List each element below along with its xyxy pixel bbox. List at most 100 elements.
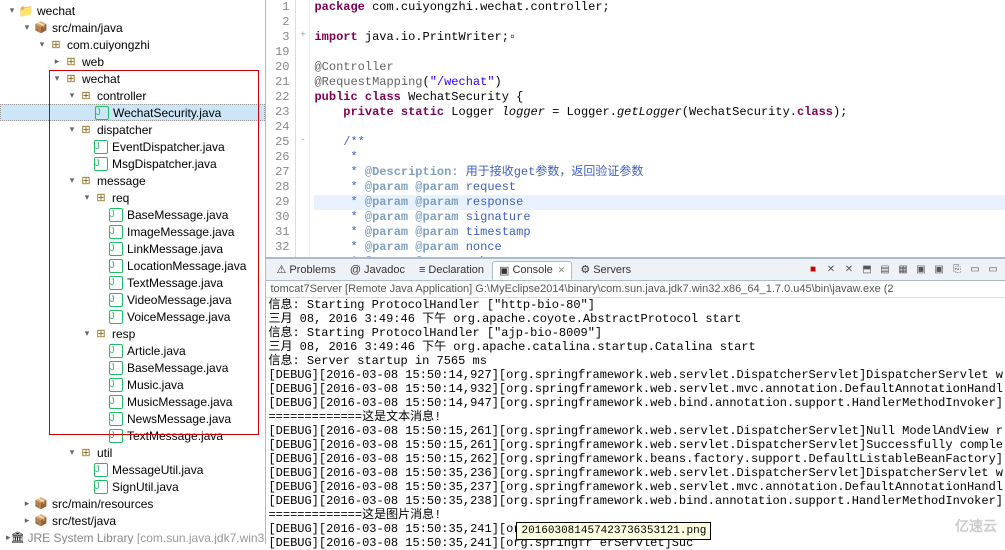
expand-icon[interactable] — [21, 498, 33, 509]
fold-icon[interactable]: + — [296, 30, 309, 45]
toolbar-button[interactable]: ✕ — [823, 262, 839, 278]
code-line[interactable]: package com.cuiyongzhi.wechat.controller… — [314, 0, 1005, 15]
expand-icon[interactable] — [6, 5, 18, 16]
expand-icon[interactable] — [66, 175, 78, 186]
tree-item[interactable]: MsgDispatcher.java — [0, 155, 265, 172]
expand-icon[interactable] — [51, 73, 63, 84]
package-icon — [48, 37, 64, 53]
tree-item[interactable]: req — [0, 189, 265, 206]
expand-icon[interactable] — [21, 515, 33, 526]
fold-icon — [296, 180, 309, 195]
tree-item[interactable]: util — [0, 444, 265, 461]
code-line[interactable]: * @param @param request — [314, 180, 1005, 195]
expand-icon[interactable] — [51, 56, 63, 67]
tree-item[interactable]: LinkMessage.java — [0, 240, 265, 257]
expand-icon[interactable] — [81, 328, 93, 339]
tree-item[interactable]: ImageMessage.java — [0, 223, 265, 240]
tree-item-label: VideoMessage.java — [127, 293, 232, 307]
tree-item[interactable]: VideoMessage.java — [0, 291, 265, 308]
code-line[interactable]: public class WechatSecurity { — [314, 90, 1005, 105]
code-line[interactable] — [314, 15, 1005, 30]
tree-item-label: EventDispatcher.java — [112, 140, 225, 154]
java-icon — [108, 343, 124, 359]
fold-icon — [296, 60, 309, 75]
line-number: 22 — [266, 90, 289, 105]
project-explorer[interactable]: wechatsrc/main/javacom.cuiyongzhiwebwech… — [0, 0, 266, 544]
expand-icon[interactable] — [81, 192, 93, 203]
toolbar-button[interactable]: ▦ — [895, 262, 911, 278]
tree-item[interactable]: TextMessage.java — [0, 427, 265, 444]
tree-item-label: req — [112, 191, 129, 205]
code-line[interactable]: private static Logger logger = Logger.ge… — [314, 105, 1005, 120]
tree-item[interactable]: wechat — [0, 70, 265, 87]
tree-item[interactable]: resp — [0, 325, 265, 342]
code-line[interactable]: * @Description: 用于接收get参数，返回验证参数 — [314, 165, 1005, 180]
tree-item-label: MusicMessage.java — [127, 395, 232, 409]
toolbar-button[interactable]: ✕ — [841, 262, 857, 278]
tree-item[interactable]: Music.java — [0, 376, 265, 393]
tree-item[interactable]: BaseMessage.java — [0, 359, 265, 376]
code-line[interactable]: @RequestMapping("/wechat") — [314, 75, 1005, 90]
code-line[interactable]: * @param @param response — [314, 195, 1005, 210]
tree-item-label: com.cuiyongzhi — [67, 38, 150, 52]
code-line[interactable]: /** — [314, 135, 1005, 150]
tree-item[interactable]: src/main/resources — [0, 495, 265, 512]
tree-item[interactable]: src/test/java — [0, 512, 265, 529]
expand-icon[interactable] — [66, 90, 78, 101]
tree-item[interactable]: wechat — [0, 2, 265, 19]
toolbar-button[interactable]: ⎘ — [949, 262, 965, 278]
code-line[interactable]: * @param @param nonce — [314, 240, 1005, 255]
tree-item[interactable]: src/main/java — [0, 19, 265, 36]
toolbar-button[interactable]: ▣ — [931, 262, 947, 278]
toolbar-button[interactable]: ⬒ — [859, 262, 875, 278]
expand-icon[interactable] — [21, 22, 33, 33]
code-line[interactable]: * @param @param signature — [314, 210, 1005, 225]
code-line[interactable] — [314, 45, 1005, 60]
tree-item[interactable]: MusicMessage.java — [0, 393, 265, 410]
tree-item[interactable]: VoiceMessage.java — [0, 308, 265, 325]
tree-item-label: TextMessage.java — [127, 429, 223, 443]
tree-item[interactable]: com.cuiyongzhi — [0, 36, 265, 53]
code-line[interactable]: * — [314, 150, 1005, 165]
tree-item[interactable]: dispatcher — [0, 121, 265, 138]
toolbar-button[interactable]: ▣ — [913, 262, 929, 278]
tree-item-label: MessageUtil.java — [112, 463, 203, 477]
toolbar-button[interactable]: ▭ — [985, 262, 1001, 278]
tree-item[interactable]: MessageUtil.java — [0, 461, 265, 478]
expand-icon[interactable] — [36, 39, 48, 50]
tab-javadoc[interactable]: @Javadoc — [344, 261, 411, 279]
tree-item[interactable]: EventDispatcher.java — [0, 138, 265, 155]
code-line[interactable]: * @param @param echostr — [314, 255, 1005, 257]
tab-servers[interactable]: ⚙Servers — [574, 261, 637, 279]
toolbar-button[interactable]: ■ — [805, 262, 821, 278]
tree-item[interactable]: JRE System Library [com.sun.java.jdk7.wi… — [0, 529, 265, 544]
expand-icon[interactable] — [66, 124, 78, 135]
tree-item[interactable]: LocationMessage.java — [0, 257, 265, 274]
tab-problems[interactable]: ⚠Problems — [270, 261, 341, 279]
close-icon[interactable]: ✕ — [558, 265, 566, 276]
tab-console[interactable]: ▣Console✕ — [492, 261, 572, 280]
tree-item[interactable]: WechatSecurity.java — [0, 104, 265, 121]
toolbar-button[interactable]: ▭ — [967, 262, 983, 278]
code-editor[interactable]: 123192021222324252627282930313233 +- pac… — [266, 0, 1005, 258]
tree-item[interactable]: SignUtil.java — [0, 478, 265, 495]
tab-declaration[interactable]: ≡Declaration — [413, 261, 490, 279]
tree-item[interactable]: TextMessage.java — [0, 274, 265, 291]
code-line[interactable]: * @param @param timestamp — [314, 225, 1005, 240]
fold-icon[interactable]: - — [296, 135, 309, 150]
toolbar-button[interactable]: ▤ — [877, 262, 893, 278]
console-line: [DEBUG][2016-03-08 15:50:15,262][org.spr… — [268, 452, 1003, 466]
console-header: tomcat7Server [Remote Java Application] … — [266, 281, 1005, 298]
java-icon — [93, 156, 109, 172]
tree-item[interactable]: Article.java — [0, 342, 265, 359]
tree-item[interactable]: message — [0, 172, 265, 189]
code-line[interactable] — [314, 120, 1005, 135]
tree-item[interactable]: BaseMessage.java — [0, 206, 265, 223]
expand-icon[interactable] — [66, 447, 78, 458]
tree-item[interactable]: controller — [0, 87, 265, 104]
console-output[interactable]: 信息: Starting ProtocolHandler ["http-bio-… — [266, 298, 1005, 550]
tree-item[interactable]: NewsMessage.java — [0, 410, 265, 427]
code-line[interactable]: @Controller — [314, 60, 1005, 75]
tree-item[interactable]: web — [0, 53, 265, 70]
code-line[interactable]: import java.io.PrintWriter;▫ — [314, 30, 1005, 45]
